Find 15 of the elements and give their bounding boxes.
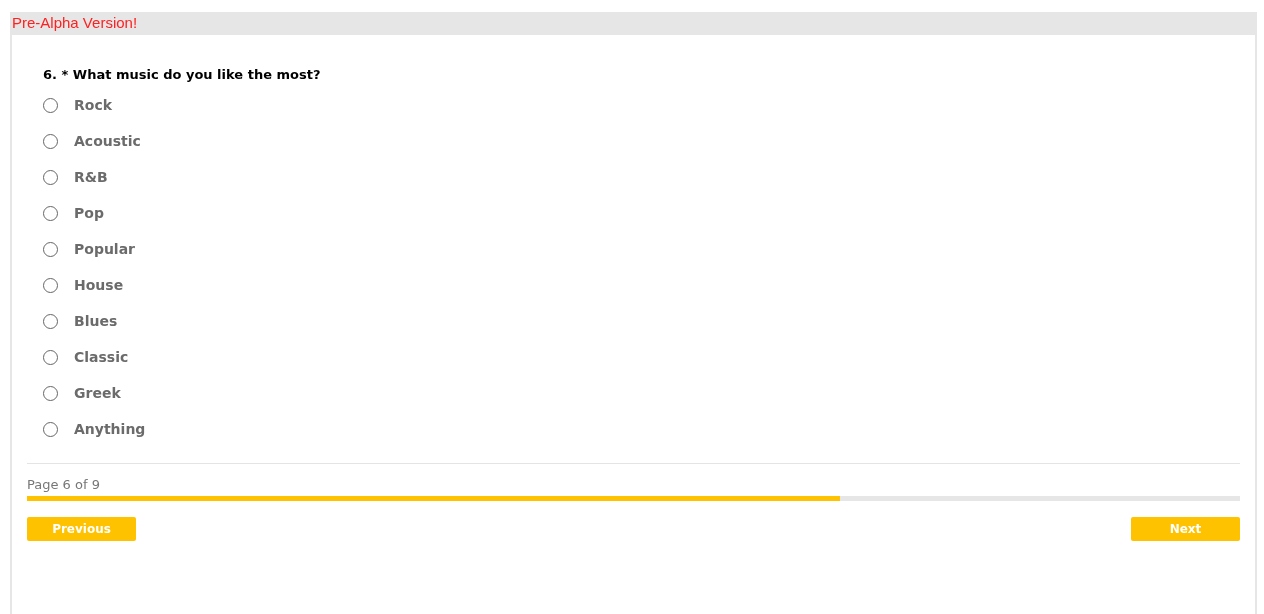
option-label: Pop	[74, 203, 104, 223]
option-label: Rock	[74, 95, 112, 115]
option-label: Classic	[74, 347, 129, 367]
option-label: Blues	[74, 311, 118, 331]
option-label: Popular	[74, 239, 136, 259]
page-indicator: Page 6 of 9	[27, 476, 101, 494]
option-label: Anything	[74, 419, 146, 439]
option-label: House	[74, 275, 124, 295]
previous-button[interactable]: Previous	[27, 517, 136, 541]
version-label: Pre-Alpha Version!	[12, 13, 138, 34]
question-title: 6. * What music do you like the most?	[43, 66, 322, 84]
option-label: Greek	[74, 383, 121, 403]
option-label: Acoustic	[74, 131, 141, 151]
option-label: R&B	[74, 167, 108, 187]
next-button[interactable]: Next	[1131, 517, 1240, 541]
